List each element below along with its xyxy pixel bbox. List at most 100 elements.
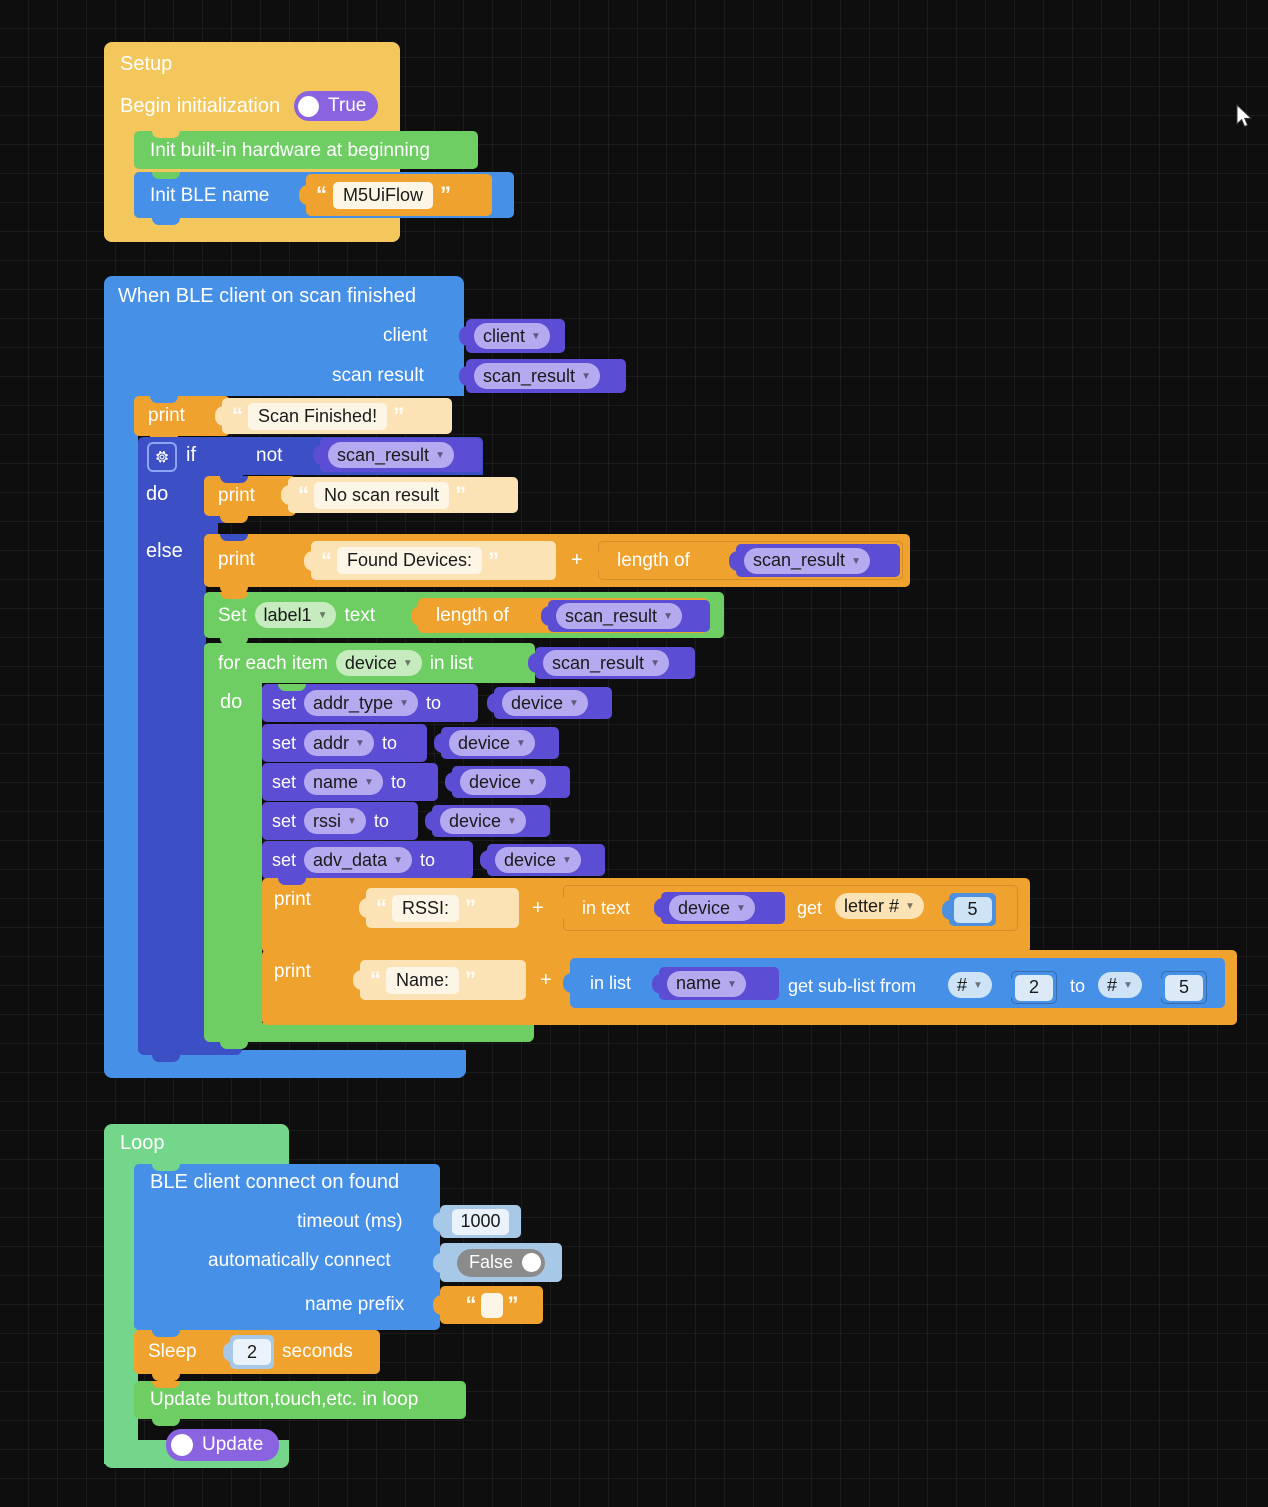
rssi-string-block[interactable]: “ RSSI: ” xyxy=(359,888,519,928)
blockly-workspace[interactable]: Setup Begin initialization True Init bui… xyxy=(0,0,1268,1507)
print-no-scan-string[interactable]: “ No scan result ” xyxy=(281,477,518,513)
set-addr-value[interactable]: device ▼ xyxy=(434,727,559,759)
gear-icon[interactable] xyxy=(147,442,177,472)
value-plug xyxy=(1155,977,1164,998)
timeout-number-field[interactable]: 1000 xyxy=(452,1208,509,1235)
quote-open-icon: “ xyxy=(232,403,243,428)
set-addr-type-variable-field[interactable]: addr_type ▼ xyxy=(304,690,418,716)
print-rssi-notch xyxy=(278,878,306,885)
length-of-label-2: length of xyxy=(436,605,509,626)
if-else-notch-bottom xyxy=(152,1055,180,1062)
sublist-from-field[interactable]: # ▼ xyxy=(948,972,992,998)
name-prefix-field[interactable] xyxy=(480,1292,503,1318)
in-text-variable[interactable]: device ▼ xyxy=(654,892,785,924)
sublist-to-number-block[interactable]: 5 xyxy=(1155,971,1207,1004)
value-plug xyxy=(592,550,601,571)
foreach-list-field[interactable]: scan_result ▼ xyxy=(543,650,669,676)
set-name-variable-field[interactable]: name ▼ xyxy=(304,769,383,795)
event-param-client-value[interactable]: client ▼ xyxy=(459,319,565,353)
chevron-down-icon: ▼ xyxy=(516,738,526,749)
set-adv-data-row: set adv_data ▼ to xyxy=(272,841,435,879)
rssi-text-field[interactable]: RSSI: xyxy=(392,894,460,922)
set-rssi-variable-field[interactable]: rssi ▼ xyxy=(304,808,366,834)
sublist-source-field[interactable]: name ▼ xyxy=(667,970,746,997)
sublist-from-number-field[interactable]: 2 xyxy=(1015,974,1053,1001)
foreach-list-value[interactable]: scan_result ▼ xyxy=(528,647,695,679)
chevron-down-icon: ▼ xyxy=(402,658,413,669)
sublist-to-number-field[interactable]: 5 xyxy=(1165,974,1203,1001)
set-keyword: set xyxy=(272,733,297,753)
sleep-number-field[interactable]: 2 xyxy=(233,1339,271,1365)
set-addr-type-value-field[interactable]: device ▼ xyxy=(502,690,588,716)
sleep-number-block[interactable]: 2 xyxy=(223,1335,274,1369)
auto-connect-toggle[interactable]: False xyxy=(456,1248,545,1277)
set-addr-value-field[interactable]: device ▼ xyxy=(449,730,535,756)
length-of-variable-field-1[interactable]: scan_result ▼ xyxy=(744,547,870,574)
found-devices-string[interactable]: “ Found Devices: ” xyxy=(304,541,556,580)
rssi-index-number-block[interactable]: 5 xyxy=(942,893,996,926)
update-toggle[interactable]: Update xyxy=(166,1429,280,1461)
init-ble-notch-bottom xyxy=(152,218,180,225)
set-label-target-field[interactable]: label1 ▼ xyxy=(254,602,337,628)
name-string-block[interactable]: “ Name: ” xyxy=(353,960,526,1000)
init-ble-name-field[interactable]: M5UiFlow xyxy=(333,181,434,209)
foreach-row: for each item device ▼ in list xyxy=(218,643,473,683)
letter-index-option[interactable]: letter # ▼ xyxy=(835,893,924,919)
set-addr-variable-field[interactable]: addr ▼ xyxy=(304,730,374,756)
in-text-variable-field[interactable]: device ▼ xyxy=(669,895,755,921)
init-hardware-block[interactable]: Init built-in hardware at beginning xyxy=(134,131,478,169)
sublist-to-option[interactable]: # ▼ xyxy=(1098,972,1142,998)
init-ble-name-string[interactable]: “ M5UiFlow ” xyxy=(299,174,492,216)
timeout-number-block[interactable]: 1000 xyxy=(433,1205,521,1238)
set-rssi-value[interactable]: device ▼ xyxy=(425,805,550,837)
concat-plus-2: + xyxy=(532,897,544,919)
concat-plus-1: + xyxy=(571,549,583,571)
sleep-label: Sleep xyxy=(148,1341,197,1362)
sublist-from-number-block[interactable]: 2 xyxy=(1005,971,1057,1004)
begin-initialization-toggle[interactable]: True xyxy=(294,91,379,122)
set-adv-data-value-field[interactable]: device ▼ xyxy=(495,847,581,873)
sublist-from-option[interactable]: # ▼ xyxy=(948,972,992,998)
setup-title: Setup xyxy=(120,53,173,75)
begin-initialization-label: Begin initialization xyxy=(120,95,281,117)
set-addr-type-value[interactable]: device ▼ xyxy=(487,687,612,719)
value-plug xyxy=(313,445,322,465)
found-devices-text-field[interactable]: Found Devices: xyxy=(337,547,483,574)
length-of-operand-2[interactable]: scan_result ▼ xyxy=(541,600,710,632)
not-operand-variable[interactable]: scan_result ▼ xyxy=(313,438,482,472)
no-scan-result-text-field[interactable]: No scan result xyxy=(314,481,450,509)
rssi-index-number-field[interactable]: 5 xyxy=(953,896,992,923)
value-plug xyxy=(433,1295,442,1315)
value-plug xyxy=(433,1211,442,1232)
scanresult-variable-field[interactable]: scan_result ▼ xyxy=(474,363,600,389)
name-prefix-string-block[interactable]: “ ” xyxy=(433,1286,543,1324)
not-operand-field[interactable]: scan_result ▼ xyxy=(328,442,454,468)
set-name-value[interactable]: device ▼ xyxy=(445,766,570,798)
letter-index-field[interactable]: letter # ▼ xyxy=(835,893,924,919)
length-of-variable-field-2[interactable]: scan_result ▼ xyxy=(556,603,682,629)
print-scan-finished-string[interactable]: “ Scan Finished! ” xyxy=(215,398,452,434)
name-text-field[interactable]: Name: xyxy=(386,966,460,994)
quote-open-icon: “ xyxy=(321,547,332,573)
scan-finished-text-field[interactable]: Scan Finished! xyxy=(248,402,388,430)
chevron-down-icon: ▼ xyxy=(399,698,409,709)
set-name-value-field[interactable]: device ▼ xyxy=(460,769,546,795)
value-plug xyxy=(654,898,663,918)
sublist-to-field[interactable]: # ▼ xyxy=(1098,972,1142,998)
value-plug xyxy=(425,811,434,831)
foreach-variable-field[interactable]: device ▼ xyxy=(335,650,422,676)
chevron-down-icon: ▼ xyxy=(569,698,579,709)
not-block[interactable]: not xyxy=(227,438,324,473)
value-plug xyxy=(942,899,951,920)
set-adv-data-value[interactable]: device ▼ xyxy=(480,844,605,876)
set-adv-data-variable-field[interactable]: adv_data ▼ xyxy=(304,847,412,873)
update-hardware-label: Update button,touch,etc. in loop xyxy=(150,1389,419,1410)
client-variable-field[interactable]: client ▼ xyxy=(474,323,550,349)
auto-connect-value: False xyxy=(468,1252,513,1272)
sublist-source-variable[interactable]: name ▼ xyxy=(652,967,779,1000)
auto-connect-bool-block[interactable]: False xyxy=(433,1243,562,1282)
length-of-operand-1[interactable]: scan_result ▼ xyxy=(729,544,900,577)
set-rssi-value-field[interactable]: device ▼ xyxy=(440,808,526,834)
toggle-knob xyxy=(522,1253,541,1272)
event-param-scanresult-value[interactable]: scan_result ▼ xyxy=(459,359,626,393)
